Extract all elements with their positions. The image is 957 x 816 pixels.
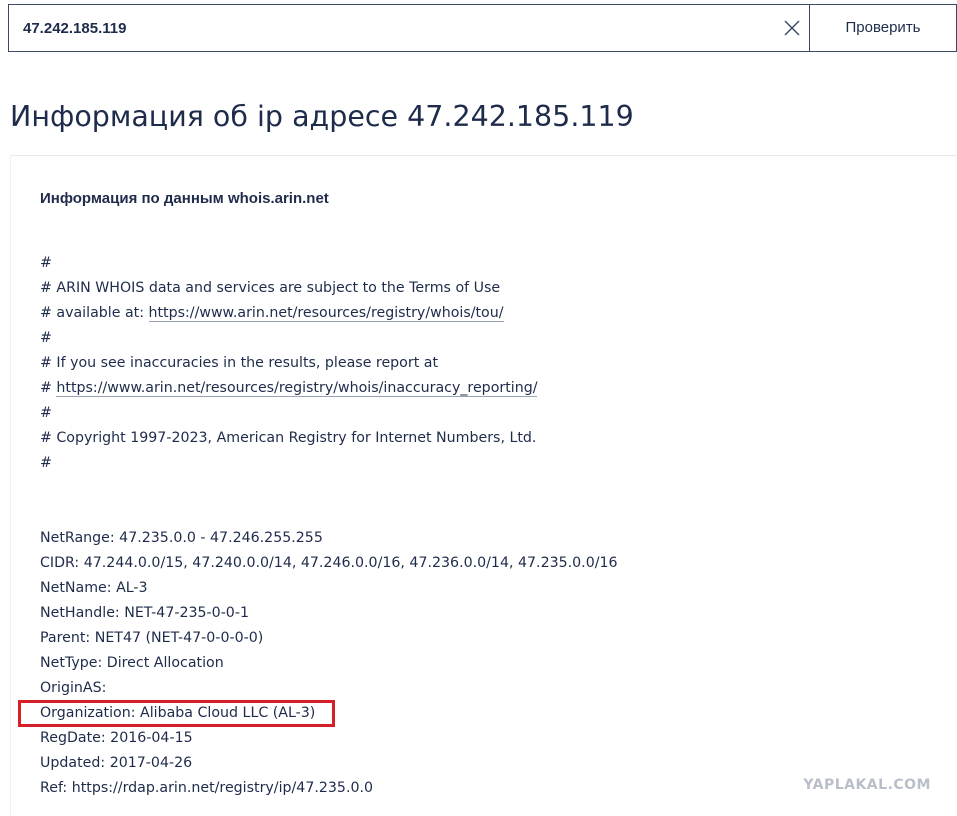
- field-updated: Updated: 2017-04-26: [40, 751, 618, 776]
- field-key: NetRange:: [40, 530, 115, 546]
- whois-fields: NetRange: 47.235.0.0 - 47.246.255.255 CI…: [40, 526, 618, 801]
- search-input-wrapper: [8, 4, 810, 52]
- field-value: 2016-04-15: [110, 730, 193, 746]
- field-value: https://rdap.arin.net/registry/ip/47.235…: [71, 780, 374, 796]
- whois-comment-block: # # ARIN WHOIS data and services are sub…: [40, 251, 538, 476]
- field-netname: NetName: AL-3: [40, 576, 618, 601]
- comment-line: #: [40, 455, 52, 471]
- field-nethandle: NetHandle: NET-47-235-0-0-1: [40, 601, 618, 626]
- whois-info-panel: Информация по данным whois.arin.net # # …: [10, 155, 957, 816]
- field-regdate: RegDate: 2016-04-15: [40, 726, 618, 751]
- comment-line: # https://www.arin.net/resources/registr…: [40, 376, 538, 401]
- field-value: 47.235.0.0 - 47.246.255.255: [119, 530, 323, 546]
- inaccuracy-reporting-link[interactable]: https://www.arin.net/resources/registry/…: [56, 380, 538, 397]
- field-key: CIDR:: [40, 555, 80, 571]
- field-key: Parent:: [40, 630, 91, 646]
- terms-of-use-link[interactable]: https://www.arin.net/resources/registry/…: [148, 305, 504, 322]
- ip-search-bar: Проверить: [8, 4, 957, 52]
- field-value: AL-3: [116, 580, 148, 596]
- field-value: 47.244.0.0/15, 47.240.0.0/14, 47.246.0.0…: [83, 555, 618, 571]
- field-key: NetHandle:: [40, 605, 120, 621]
- comment-line: # If you see inaccuracies in the results…: [40, 355, 439, 371]
- page-title: Информация об ip адресе 47.242.185.119: [10, 100, 634, 133]
- field-netrange: NetRange: 47.235.0.0 - 47.246.255.255: [40, 526, 618, 551]
- field-organization: Organization: Alibaba Cloud LLC (AL-3): [40, 701, 618, 726]
- whois-source-heading: Информация по данным whois.arin.net: [40, 190, 329, 207]
- field-key: Ref:: [40, 780, 68, 796]
- field-value: NET-47-235-0-0-1: [124, 605, 249, 621]
- site-watermark: YAPLAKAL.COM: [803, 777, 931, 793]
- comment-line-text: # available at:: [40, 305, 149, 321]
- field-parent: Parent: NET47 (NET-47-0-0-0-0): [40, 626, 618, 651]
- field-value: NET47 (NET-47-0-0-0-0): [94, 630, 264, 646]
- field-originas: OriginAS:: [40, 676, 618, 701]
- ip-search-input[interactable]: [23, 5, 763, 51]
- field-key: RegDate:: [40, 730, 106, 746]
- field-key: Updated:: [40, 755, 106, 771]
- field-key: OriginAS:: [40, 680, 107, 696]
- field-value: Direct Allocation: [106, 655, 224, 671]
- field-key: NetType:: [40, 655, 103, 671]
- field-nettype: NetType: Direct Allocation: [40, 651, 618, 676]
- field-value: Alibaba Cloud LLC (AL-3): [140, 705, 316, 721]
- field-key: NetName:: [40, 580, 112, 596]
- comment-line: # Copyright 1997-2023, American Registry…: [40, 430, 537, 446]
- close-icon[interactable]: [783, 19, 801, 37]
- comment-line: #: [40, 405, 52, 421]
- comment-line: #: [40, 255, 52, 271]
- comment-line: # ARIN WHOIS data and services are subje…: [40, 280, 501, 296]
- field-value: 2017-04-26: [109, 755, 193, 771]
- field-key: Organization:: [40, 705, 136, 721]
- field-ref: Ref: https://rdap.arin.net/registry/ip/4…: [40, 776, 618, 801]
- comment-line: #: [40, 330, 52, 346]
- field-cidr: CIDR: 47.244.0.0/15, 47.240.0.0/14, 47.2…: [40, 551, 618, 576]
- check-button[interactable]: Проверить: [809, 4, 957, 52]
- comment-line: # available at: https://www.arin.net/res…: [40, 301, 537, 326]
- comment-line-text: #: [40, 380, 57, 396]
